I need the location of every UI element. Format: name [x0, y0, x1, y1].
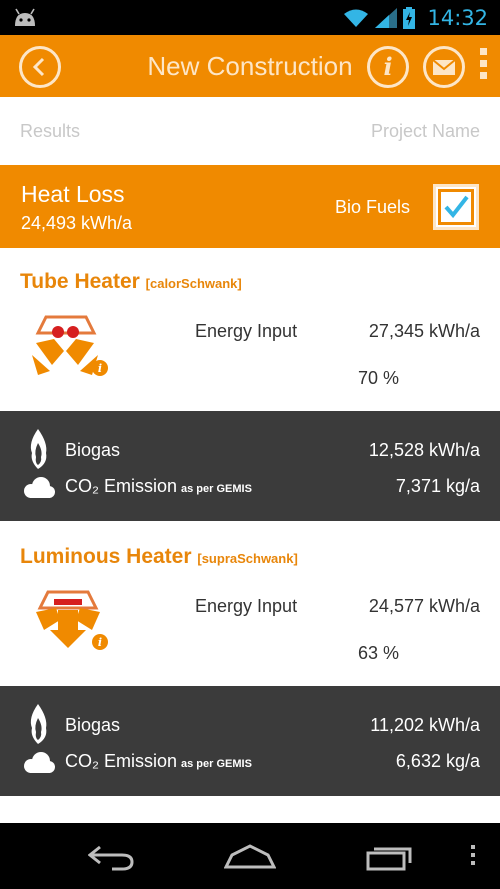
mail-button[interactable] [423, 46, 465, 88]
energy-input-value: 24,577 kWh/a [368, 596, 480, 616]
luminous-heater-icon[interactable]: i [30, 590, 112, 656]
signal-icon [375, 7, 398, 28]
fuel-value: 11,202 kWh/a [370, 715, 480, 735]
overflow-dot-icon [479, 60, 487, 67]
energy-input-label: Energy Input [195, 321, 298, 341]
co2-value: 7,371 kg/a [395, 476, 480, 496]
battery-icon [403, 6, 416, 29]
wifi-icon [344, 9, 369, 27]
nav-overflow-dot-icon [471, 861, 475, 865]
tube-heater-icon[interactable]: i [28, 315, 110, 381]
co2-value: 6,632 kg/a [395, 751, 480, 771]
co2-label: CO₂ Emission as per GEMIS [65, 751, 252, 772]
project-name-label: Project Name [370, 121, 480, 141]
fuel-emission-panel: Biogas 11,202 kWh/a CO₂ Emission as per G… [0, 686, 500, 796]
bio-fuels-label: Bio Fuels [335, 197, 411, 217]
back-nav-icon[interactable] [88, 843, 136, 871]
cloud-icon [24, 752, 55, 773]
co2-note: as per GEMIS [181, 758, 252, 770]
heat-loss-panel: Heat Loss 24,493 kWh/a Bio Fuels [0, 165, 500, 248]
heater-brand: [calorSchwank] [145, 276, 242, 291]
heater-name: Tube Heater [20, 270, 140, 293]
co2-label-text: CO₂ Emission [65, 476, 178, 496]
nav-overflow-dot-icon [471, 853, 475, 857]
tube-heater-title: Tube Heater [calorSchwank] [20, 270, 242, 294]
home-nav-icon[interactable] [224, 843, 276, 869]
energy-input-label: Energy Input [195, 596, 298, 616]
info-icon: i [383, 52, 393, 81]
heat-loss-title: Heat Loss [21, 181, 125, 207]
co2-label: CO₂ Emission as per GEMIS [65, 476, 252, 497]
overflow-menu-button[interactable] [478, 48, 488, 86]
nav-overflow-button[interactable] [471, 845, 475, 865]
fuel-label: Biogas [65, 715, 121, 735]
heater-name: Luminous Heater [20, 545, 192, 568]
overflow-dot-icon [479, 48, 487, 55]
bio-fuels-checkbox[interactable] [433, 184, 479, 230]
luminous-heater-title: Luminous Heater [supraSchwank] [20, 545, 298, 569]
flame-icon [30, 704, 47, 744]
clock: 14:32 [427, 5, 488, 30]
mail-icon [432, 59, 456, 75]
results-label: Results [20, 121, 81, 141]
heater-brand: [supraSchwank] [197, 551, 298, 566]
efficiency-value: 70 % [358, 368, 400, 388]
flame-icon [30, 429, 47, 469]
recent-apps-nav-icon[interactable] [366, 843, 416, 871]
svg-text:i: i [98, 362, 102, 375]
fuel-value: 12,528 kWh/a [368, 440, 480, 460]
fuel-emission-panel: Biogas 12,528 kWh/a CO₂ Emission as per G… [0, 411, 500, 521]
co2-label-text: CO₂ Emission [65, 751, 178, 771]
system-nav-bar [0, 823, 500, 889]
cloud-icon [24, 477, 55, 498]
overflow-dot-icon [479, 72, 487, 79]
heat-loss-value: 24,493 kWh/a [21, 213, 133, 233]
nav-overflow-dot-icon [471, 845, 475, 849]
co2-note: as per GEMIS [181, 483, 252, 495]
info-button[interactable]: i [367, 46, 409, 88]
fuel-label: Biogas [65, 440, 121, 460]
status-bar: 14:32 [0, 0, 500, 35]
efficiency-value: 63 % [358, 643, 400, 663]
subheader: Results Project Name [0, 97, 500, 165]
android-icon [15, 8, 35, 26]
svg-text:i: i [98, 636, 102, 649]
energy-input-value: 27,345 kWh/a [368, 321, 480, 341]
app-bar: New Construction i [0, 35, 500, 97]
